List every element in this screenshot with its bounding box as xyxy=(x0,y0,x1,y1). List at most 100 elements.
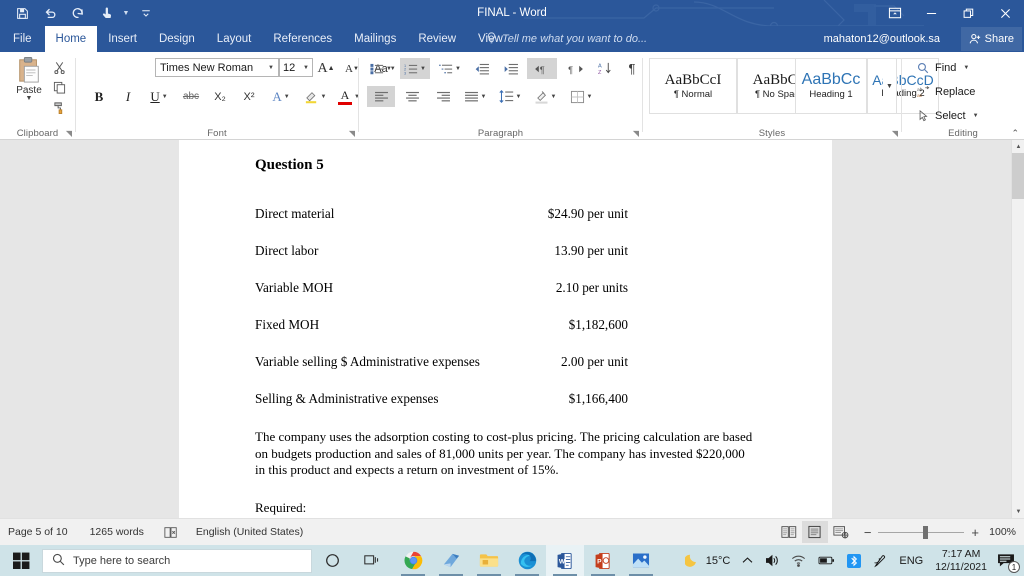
bold-button[interactable]: B xyxy=(88,86,110,107)
font-size-caret-icon[interactable]: ▼ xyxy=(303,65,309,71)
paste-button[interactable]: Paste ▼ xyxy=(6,56,52,118)
tab-mailings[interactable]: Mailings xyxy=(343,26,407,52)
font-name-input[interactable]: Times New Roman ▼ xyxy=(155,58,279,77)
microsoft-edge-icon[interactable] xyxy=(508,545,546,576)
minimize-icon[interactable] xyxy=(913,0,950,26)
zoom-slider[interactable]: − + 100% xyxy=(864,526,1016,539)
styles-dialog-launcher-icon[interactable]: ◥ xyxy=(892,129,898,138)
select-button[interactable]: Select ▼ xyxy=(916,106,979,125)
style-heading-1[interactable]: AaBbCc Heading 1 xyxy=(795,58,867,114)
bullets-caret-icon[interactable]: ▼ xyxy=(386,66,392,72)
proofing-errors-icon[interactable] xyxy=(164,526,178,539)
find-caret-icon[interactable]: ▼ xyxy=(963,65,969,71)
find-button[interactable]: Find ▼ xyxy=(916,58,969,77)
paragraph-dialog-launcher-icon[interactable]: ◥ xyxy=(633,129,639,138)
strikethrough-button[interactable]: abc xyxy=(179,86,203,107)
font-name-caret-icon[interactable]: ▼ xyxy=(268,65,274,71)
tab-design[interactable]: Design xyxy=(148,26,206,52)
line-spacing-caret-icon[interactable]: ▼ xyxy=(516,94,522,100)
scroll-up-icon[interactable]: ▲ xyxy=(1012,140,1024,153)
tab-review[interactable]: Review xyxy=(407,26,467,52)
numbering-icon[interactable]: 1 2 3 ▼ xyxy=(400,58,430,79)
weather-widget[interactable]: 15°C xyxy=(679,545,737,576)
cut-icon[interactable] xyxy=(50,58,68,76)
increase-indent-icon[interactable] xyxy=(499,58,523,79)
cortana-icon[interactable] xyxy=(312,545,352,576)
restore-icon[interactable] xyxy=(950,0,987,26)
numbering-caret-icon[interactable]: ▼ xyxy=(420,66,426,72)
read-mode-icon[interactable] xyxy=(776,521,802,543)
superscript-button[interactable]: X² xyxy=(237,86,261,107)
scroll-down-icon[interactable]: ▼ xyxy=(1012,505,1024,518)
line-spacing-icon[interactable]: ▼ xyxy=(495,86,525,107)
task-view-icon[interactable] xyxy=(352,545,392,576)
file-explorer-icon[interactable] xyxy=(470,545,508,576)
notifications-icon[interactable]: 1 xyxy=(993,545,1024,576)
right-to-left-icon[interactable]: ¶ xyxy=(562,58,588,79)
zoom-thumb[interactable] xyxy=(923,526,928,539)
tab-layout[interactable]: Layout xyxy=(206,26,263,52)
font-size-input[interactable]: 12 ▼ xyxy=(279,58,313,77)
search-input[interactable]: Type here to search xyxy=(42,549,312,573)
wifi-icon[interactable] xyxy=(785,545,812,576)
document-page[interactable]: Question 5 Direct material $24.90 per un… xyxy=(179,140,832,518)
align-center-icon[interactable] xyxy=(398,86,426,107)
collapse-ribbon-icon[interactable]: ⌃ xyxy=(1011,128,1019,139)
clock[interactable]: 7:17 AM 12/11/2021 xyxy=(929,548,993,573)
style-normal[interactable]: AaBbCcI ¶ Normal xyxy=(649,58,737,114)
microsoft-word-icon[interactable]: W xyxy=(546,545,584,576)
vertical-scrollbar[interactable]: ▲ ▼ xyxy=(1011,140,1024,518)
shading-caret-icon[interactable]: ▼ xyxy=(551,94,557,100)
zoom-level[interactable]: 100% xyxy=(986,526,1016,538)
input-language[interactable]: ENG xyxy=(893,545,929,576)
pen-icon[interactable] xyxy=(867,545,893,576)
text-highlight-caret-icon[interactable]: ▼ xyxy=(321,94,327,100)
print-layout-icon[interactable] xyxy=(802,521,828,543)
underline-caret-icon[interactable]: ▼ xyxy=(162,94,168,100)
zoom-in-button[interactable]: + xyxy=(971,526,979,539)
decrease-indent-icon[interactable] xyxy=(470,58,494,79)
account-name[interactable]: mahaton12@outlook.sa xyxy=(824,26,940,52)
text-effects-icon[interactable]: A ▼ xyxy=(266,86,296,107)
align-left-icon[interactable] xyxy=(367,86,395,107)
multilevel-list-icon[interactable]: ▼ xyxy=(435,58,465,79)
document-area[interactable]: Question 5 Direct material $24.90 per un… xyxy=(0,140,1024,518)
bullets-icon[interactable]: ▼ xyxy=(367,58,395,79)
text-highlight-icon[interactable]: ▼ xyxy=(300,86,330,107)
justify-icon[interactable]: ▼ xyxy=(460,86,490,107)
ribbon-display-options-icon[interactable] xyxy=(876,0,913,26)
align-right-icon[interactable] xyxy=(429,86,457,107)
copy-icon[interactable] xyxy=(50,78,68,96)
font-dialog-launcher-icon[interactable]: ◥ xyxy=(349,129,355,138)
shading-icon[interactable]: ▼ xyxy=(530,86,560,107)
italic-button[interactable]: I xyxy=(117,86,139,107)
windows-start-icon[interactable] xyxy=(0,545,42,576)
grow-font-icon[interactable]: A▲ xyxy=(316,58,336,79)
page-number-status[interactable]: Page 5 of 10 xyxy=(8,526,68,538)
show-hidden-icons-icon[interactable] xyxy=(736,545,759,576)
zoom-track[interactable] xyxy=(878,526,964,538)
underline-button[interactable]: U ▼ xyxy=(144,86,174,107)
clipboard-dialog-launcher-icon[interactable]: ◥ xyxy=(66,129,72,138)
close-icon[interactable] xyxy=(987,0,1024,26)
more-styles-icon[interactable]: ▼ xyxy=(883,58,897,114)
subscript-button[interactable]: X₂ xyxy=(208,86,232,107)
bluetooth-icon[interactable] xyxy=(841,545,867,576)
show-formatting-marks-icon[interactable]: ¶ xyxy=(621,58,643,79)
battery-icon[interactable] xyxy=(812,545,841,576)
text-effects-caret-icon[interactable]: ▼ xyxy=(284,94,290,100)
scrollbar-thumb[interactable] xyxy=(1012,153,1024,199)
borders-icon[interactable]: ▼ xyxy=(565,86,597,107)
tab-home[interactable]: Home xyxy=(45,26,98,52)
web-layout-icon[interactable] xyxy=(828,521,854,543)
volume-icon[interactable] xyxy=(759,545,785,576)
tell-me-box[interactable]: Tell me what you want to do... xyxy=(486,26,647,52)
justify-caret-icon[interactable]: ▼ xyxy=(481,94,487,100)
share-button[interactable]: Share xyxy=(961,27,1022,51)
photos-icon[interactable] xyxy=(622,545,660,576)
select-caret-icon[interactable]: ▼ xyxy=(973,113,979,119)
zoom-out-button[interactable]: − xyxy=(864,526,872,539)
replace-button[interactable]: ab ac Replace xyxy=(916,82,975,101)
sort-icon[interactable]: A Z xyxy=(593,58,617,79)
chrome-icon[interactable] xyxy=(394,545,432,576)
